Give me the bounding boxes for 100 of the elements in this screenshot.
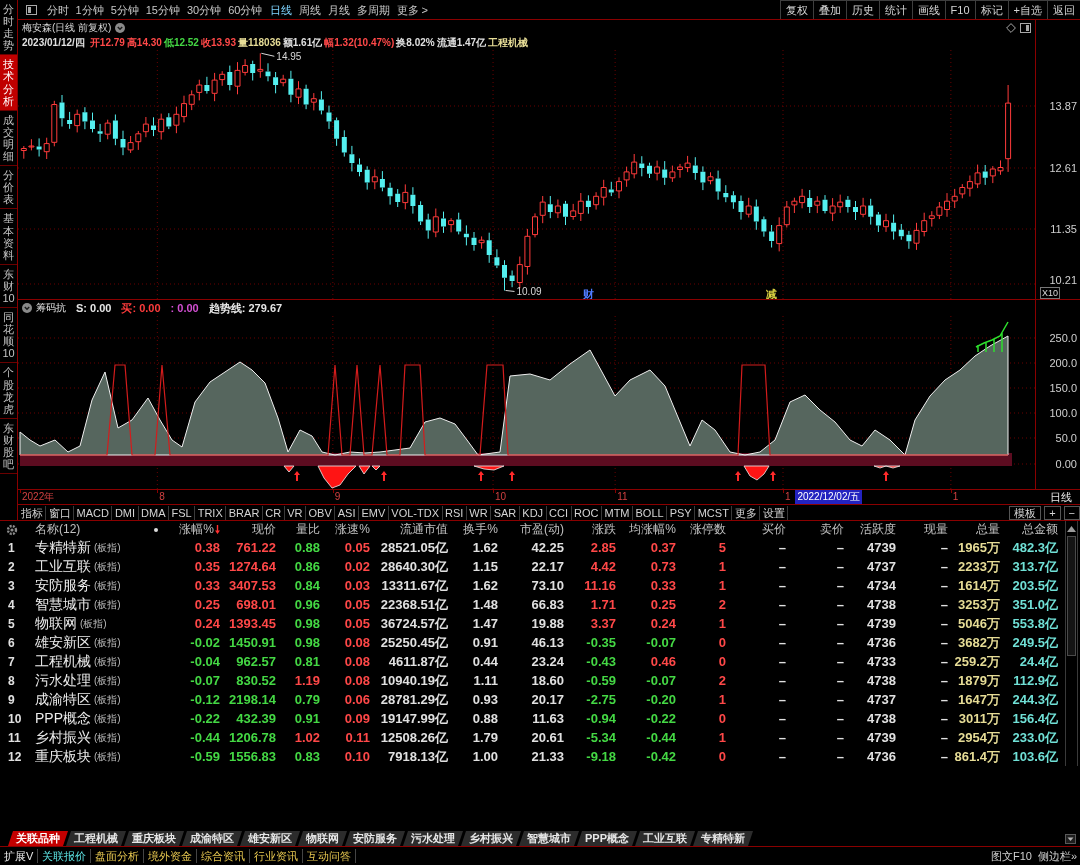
indicator-tab[interactable]: CR — [262, 505, 285, 520]
sector-name[interactable]: 智慧城市 — [35, 595, 91, 614]
indicator-tab[interactable]: 指标 — [18, 505, 46, 520]
column-header[interactable]: 总量 — [976, 521, 1000, 538]
toolbar-button[interactable]: +自选 — [1007, 0, 1047, 19]
column-header[interactable]: 涨幅% — [179, 521, 220, 538]
sidebar-tab[interactable]: 分价表 — [0, 166, 17, 210]
status-link[interactable]: 侧边栏» — [1034, 849, 1080, 863]
period-tab[interactable]: 周线 — [295, 0, 324, 19]
column-header[interactable]: 量比 — [296, 521, 320, 538]
dropdown-icon[interactable] — [115, 22, 126, 33]
scroll-down-icon[interactable] — [1065, 834, 1076, 844]
indicator-tab[interactable]: 设置 — [760, 505, 789, 520]
sector-name[interactable]: 污水处理 — [35, 671, 91, 690]
sidebar-tab[interactable]: 个股龙虎 — [0, 363, 17, 419]
indicator-tab[interactable]: SAR — [491, 505, 520, 520]
period-tab[interactable]: 日线 — [266, 0, 295, 19]
toolbar-button[interactable]: 历史 — [845, 0, 879, 19]
panel-icon[interactable] — [26, 4, 37, 15]
toolbar-button[interactable]: 叠加 — [812, 0, 846, 19]
sector-tab[interactable]: 乡村振兴 — [461, 831, 521, 846]
column-header[interactable]: 涨跌 — [592, 521, 616, 538]
period-tab[interactable]: 多周期 — [353, 0, 393, 19]
indicator-tab[interactable]: 更多 — [732, 505, 761, 520]
column-header[interactable]: 换手% — [463, 521, 498, 538]
column-header[interactable]: 卖价 — [820, 521, 844, 538]
column-header[interactable]: 名称(12) — [35, 521, 81, 538]
scroll-up-icon[interactable] — [1067, 526, 1076, 532]
toolbar-button[interactable]: 标记 — [974, 0, 1008, 19]
toolbar-button[interactable]: 画线 — [911, 0, 945, 19]
sector-tab[interactable]: 专精特新 — [693, 831, 753, 846]
indicator-tab[interactable]: 窗口 — [46, 505, 74, 520]
sector-tab[interactable]: 雄安新区 — [240, 831, 300, 846]
expand-menu-button[interactable]: 扩展V — [0, 849, 39, 863]
column-header[interactable]: 现价 — [252, 521, 276, 538]
sector-tab[interactable]: 重庆板块 — [124, 831, 184, 846]
period-tab[interactable]: 60分钟 — [224, 0, 266, 19]
sector-name[interactable]: 成渝特区 — [35, 690, 91, 709]
indicator-tab[interactable]: BOLL — [633, 505, 668, 520]
scrollbar[interactable] — [1065, 521, 1078, 766]
indicator-tab[interactable]: VR — [284, 505, 306, 520]
indicator-tab[interactable]: ASI — [335, 505, 359, 520]
indicator-tab[interactable]: MTM — [602, 505, 634, 520]
dropdown-icon[interactable] — [22, 303, 32, 313]
indicator-tab[interactable]: VOL-TDX — [388, 505, 443, 520]
status-tab[interactable]: 综合资讯 — [197, 849, 251, 863]
sector-tab[interactable]: 智慧城市 — [519, 831, 579, 846]
indicator-tab[interactable]: WR — [466, 505, 492, 520]
indicator-tab[interactable]: CCI — [546, 505, 572, 520]
period-tab[interactable]: 1分钟 — [72, 0, 108, 19]
sector-name[interactable]: 乡村振兴 — [35, 728, 91, 747]
settings-icon[interactable] — [6, 523, 18, 536]
column-header[interactable]: 总金额 — [1022, 521, 1058, 538]
status-tab[interactable]: 互动问答 — [303, 849, 357, 863]
sector-name[interactable]: 专精特新 — [35, 538, 91, 557]
sidebar-tab[interactable]: 东财股吧 — [0, 418, 17, 475]
column-header[interactable]: 涨停数 — [690, 521, 726, 538]
indicator-tab[interactable]: RSI — [442, 505, 467, 520]
template-button[interactable]: 模板 — [1009, 505, 1042, 520]
indicator-tab[interactable]: ROC — [571, 505, 602, 520]
sector-name[interactable]: 物联网 — [35, 614, 77, 633]
indicator-tab[interactable]: KDJ — [519, 505, 547, 520]
period-tab[interactable]: 月线 — [324, 0, 353, 19]
period-tab[interactable]: 5分钟 — [107, 0, 143, 19]
column-header[interactable]: 现量 — [924, 521, 948, 538]
indicator-tab[interactable]: DMI — [112, 505, 139, 520]
status-tab[interactable]: 行业资讯 — [250, 849, 304, 863]
status-tab[interactable]: 盘面分析 — [91, 849, 145, 863]
sector-tab[interactable]: 成渝特区 — [182, 831, 242, 846]
sector-name[interactable]: 工业互联 — [35, 557, 91, 576]
indicator-tab[interactable]: DMA — [138, 505, 169, 520]
column-header[interactable]: 均涨幅% — [629, 521, 676, 538]
toolbar-button[interactable]: 返回 — [1047, 0, 1080, 19]
column-header[interactable]: 涨速% — [335, 521, 370, 538]
indicator-tab[interactable]: MCST — [695, 505, 733, 520]
column-header[interactable]: 市盈(动) — [520, 521, 564, 538]
period-tab[interactable]: 更多 > — [393, 0, 432, 19]
indicator-tab[interactable]: BRAR — [226, 505, 263, 520]
column-header[interactable]: 活跃度 — [860, 521, 896, 538]
sector-name[interactable]: 雄安新区 — [35, 633, 91, 652]
indicator-tab[interactable]: PSY — [667, 505, 696, 520]
sector-tab[interactable]: 工业互联 — [635, 831, 695, 846]
period-tab[interactable]: 分时 — [43, 0, 72, 19]
sector-tab[interactable]: 污水处理 — [403, 831, 463, 846]
diamond-icon[interactable] — [1006, 22, 1016, 33]
indicator-tab[interactable]: EMV — [358, 505, 389, 520]
sector-name[interactable]: 工程机械 — [35, 652, 91, 671]
column-header[interactable]: 流通市值 — [400, 521, 448, 538]
toolbar-button[interactable]: F10 — [944, 0, 975, 19]
sidebar-tab[interactable]: 东财10 — [0, 264, 17, 309]
remove-button[interactable]: − — [1063, 505, 1080, 520]
sector-tab[interactable]: 安防服务 — [345, 831, 405, 846]
indicator-tab[interactable]: TRIX — [195, 505, 227, 520]
panel-icon[interactable] — [1020, 22, 1031, 33]
sector-tab[interactable]: PPP概念 — [577, 831, 637, 846]
sidebar-tab[interactable]: 技术分析 — [0, 55, 17, 111]
sector-tab[interactable]: 关联品种 — [8, 831, 68, 846]
indicator-tab[interactable]: FSL — [169, 505, 196, 520]
sector-name[interactable]: 安防服务 — [35, 576, 91, 595]
sidebar-tab[interactable]: 成交明细 — [0, 110, 17, 167]
